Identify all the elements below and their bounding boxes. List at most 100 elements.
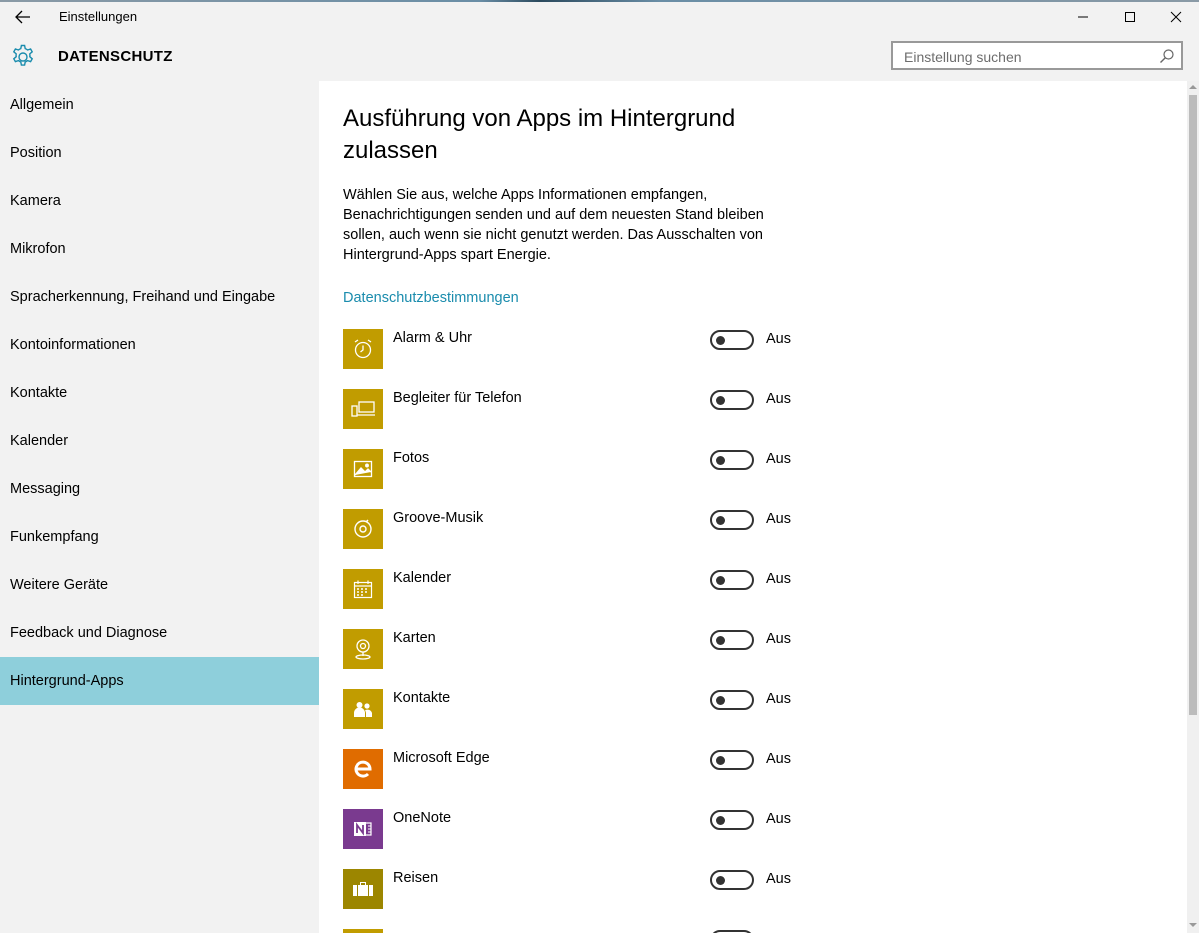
minimize-button[interactable] [1060, 2, 1106, 32]
sidebar-item-weitere-geraete[interactable]: Weitere Geräte [0, 561, 319, 609]
vertical-scrollbar[interactable] [1187, 81, 1199, 933]
sidebar-item-kontoinformationen[interactable]: Kontoinformationen [0, 321, 319, 369]
calendar-icon [343, 569, 383, 609]
groove-music-icon [343, 509, 383, 549]
sidebar-item-mikrofon[interactable]: Mikrofon [0, 225, 319, 273]
toggle-knob [716, 396, 725, 405]
app-row-edge: Microsoft Edge Aus [343, 749, 823, 789]
travel-icon [343, 869, 383, 909]
sidebar-item-hintergrund-apps[interactable]: Hintergrund-Apps [0, 657, 319, 705]
app-row-phone-companion: Begleiter für Telefon Aus [343, 389, 823, 429]
edge-icon [343, 749, 383, 789]
search-box[interactable] [891, 41, 1183, 70]
sidebar-item-spracherkennung[interactable]: Spracherkennung, Freihand und Eingabe [0, 273, 319, 321]
scroll-down-arrow-icon[interactable] [1189, 921, 1197, 929]
toggle-knob [716, 456, 725, 465]
app-name: Karten [393, 630, 436, 646]
app-row-maps: Karten Aus [343, 629, 823, 669]
app-row-partial [343, 929, 823, 933]
settings-window: Einstellungen DATENSCHUTZ Einstellung su… [0, 0, 1199, 933]
app-row-calendar: Kalender Aus [343, 569, 823, 609]
photos-icon [343, 449, 383, 489]
app-name: Reisen [393, 870, 439, 886]
toggle-state-label: Aus [766, 691, 791, 707]
sidebar-item-label: Weitere Geräte [10, 577, 109, 593]
sidebar-item-label: Kontakte [10, 385, 68, 401]
sidebar-item-label: Position [10, 145, 62, 161]
toggle-state-label: Aus [766, 631, 791, 647]
close-button[interactable] [1153, 2, 1199, 32]
toggle-state-label: Aus [766, 331, 791, 347]
sidebar-item-kamera[interactable]: Kamera [0, 177, 319, 225]
page-header: DATENSCHUTZ [0, 32, 1199, 81]
onenote-icon [343, 809, 383, 849]
alarm-clock-icon [343, 329, 383, 369]
app-name: Kalender [393, 570, 452, 586]
main-content: Ausführung von Apps im Hintergrund zulas… [319, 81, 1199, 933]
sidebar-item-label: Kamera [10, 193, 61, 209]
sidebar-item-label: Funkempfang [10, 529, 99, 545]
toggle-switch[interactable] [710, 510, 754, 530]
sidebar-item-kontakte[interactable]: Kontakte [0, 369, 319, 417]
toggle-switch[interactable] [710, 870, 754, 890]
back-button[interactable] [8, 4, 38, 30]
toggle-knob [716, 336, 725, 345]
maximize-icon [1125, 12, 1135, 22]
phone-companion-icon [343, 389, 383, 429]
app-name: Alarm & Uhr [393, 330, 472, 346]
toggle-knob [716, 876, 725, 885]
toggle-switch[interactable] [710, 390, 754, 410]
scroll-up-arrow-icon[interactable] [1189, 83, 1197, 91]
app-tile-icon [343, 929, 383, 933]
toggle-switch[interactable] [710, 810, 754, 830]
sidebar-item-feedback[interactable]: Feedback und Diagnose [0, 609, 319, 657]
sidebar-item-allgemein[interactable]: Allgemein [0, 81, 319, 129]
app-name: Microsoft Edge [393, 750, 490, 766]
toggle-state-label: Aus [766, 391, 791, 407]
toggle-switch[interactable] [710, 630, 754, 650]
toggle-state-label: Aus [766, 871, 791, 887]
back-arrow-icon [15, 10, 30, 24]
toggle-knob [716, 696, 725, 705]
sidebar-item-label: Kontoinformationen [10, 337, 136, 353]
toggle-state-label: Aus [766, 511, 791, 527]
toggle-knob [716, 636, 725, 645]
app-row-photos: Fotos Aus [343, 449, 823, 489]
scrollbar-thumb[interactable] [1189, 95, 1197, 715]
people-icon [343, 689, 383, 729]
sidebar-item-label: Messaging [10, 481, 81, 497]
maximize-button[interactable] [1107, 2, 1153, 32]
close-icon [1170, 11, 1182, 23]
app-row-people: Kontakte Aus [343, 689, 823, 729]
sidebar-item-label: Feedback und Diagnose [10, 625, 168, 641]
app-row-onenote: OneNote Aus [343, 809, 823, 849]
window-title: Einstellungen [59, 9, 138, 24]
app-row-groove-music: Groove-Musik Aus [343, 509, 823, 549]
toggle-switch[interactable] [710, 450, 754, 470]
app-row-travel: Reisen Aus [343, 869, 823, 909]
app-name: Kontakte [393, 690, 451, 706]
toggle-switch[interactable] [710, 330, 754, 350]
search-input[interactable] [902, 47, 1156, 67]
search-icon[interactable] [1159, 48, 1175, 64]
toggle-knob [716, 576, 725, 585]
sidebar-item-position[interactable]: Position [0, 129, 319, 177]
toggle-knob [716, 516, 725, 525]
sidebar-item-messaging[interactable]: Messaging [0, 465, 319, 513]
app-name: OneNote [393, 810, 452, 826]
sidebar: Allgemein Position Kamera Mikrofon Sprac… [0, 81, 319, 933]
sidebar-item-kalender[interactable]: Kalender [0, 417, 319, 465]
app-row-alarm: Alarm & Uhr Aus [343, 329, 823, 369]
app-name: Fotos [393, 450, 430, 466]
privacy-statement-link[interactable]: Datenschutzbestimmungen [343, 290, 519, 306]
toggle-switch[interactable] [710, 750, 754, 770]
app-name: Groove-Musik [393, 510, 484, 526]
page-title: Ausführung von Apps im Hintergrund zulas… [343, 105, 736, 164]
toggle-switch[interactable] [710, 690, 754, 710]
section-title: DATENSCHUTZ [58, 48, 173, 65]
page-description: Wählen Sie aus, welche Apps Informatione… [343, 187, 764, 263]
toggle-switch[interactable] [710, 570, 754, 590]
app-name: Begleiter für Telefon [393, 390, 522, 406]
sidebar-item-funkempfang[interactable]: Funkempfang [0, 513, 319, 561]
sidebar-item-label: Allgemein [10, 97, 74, 113]
